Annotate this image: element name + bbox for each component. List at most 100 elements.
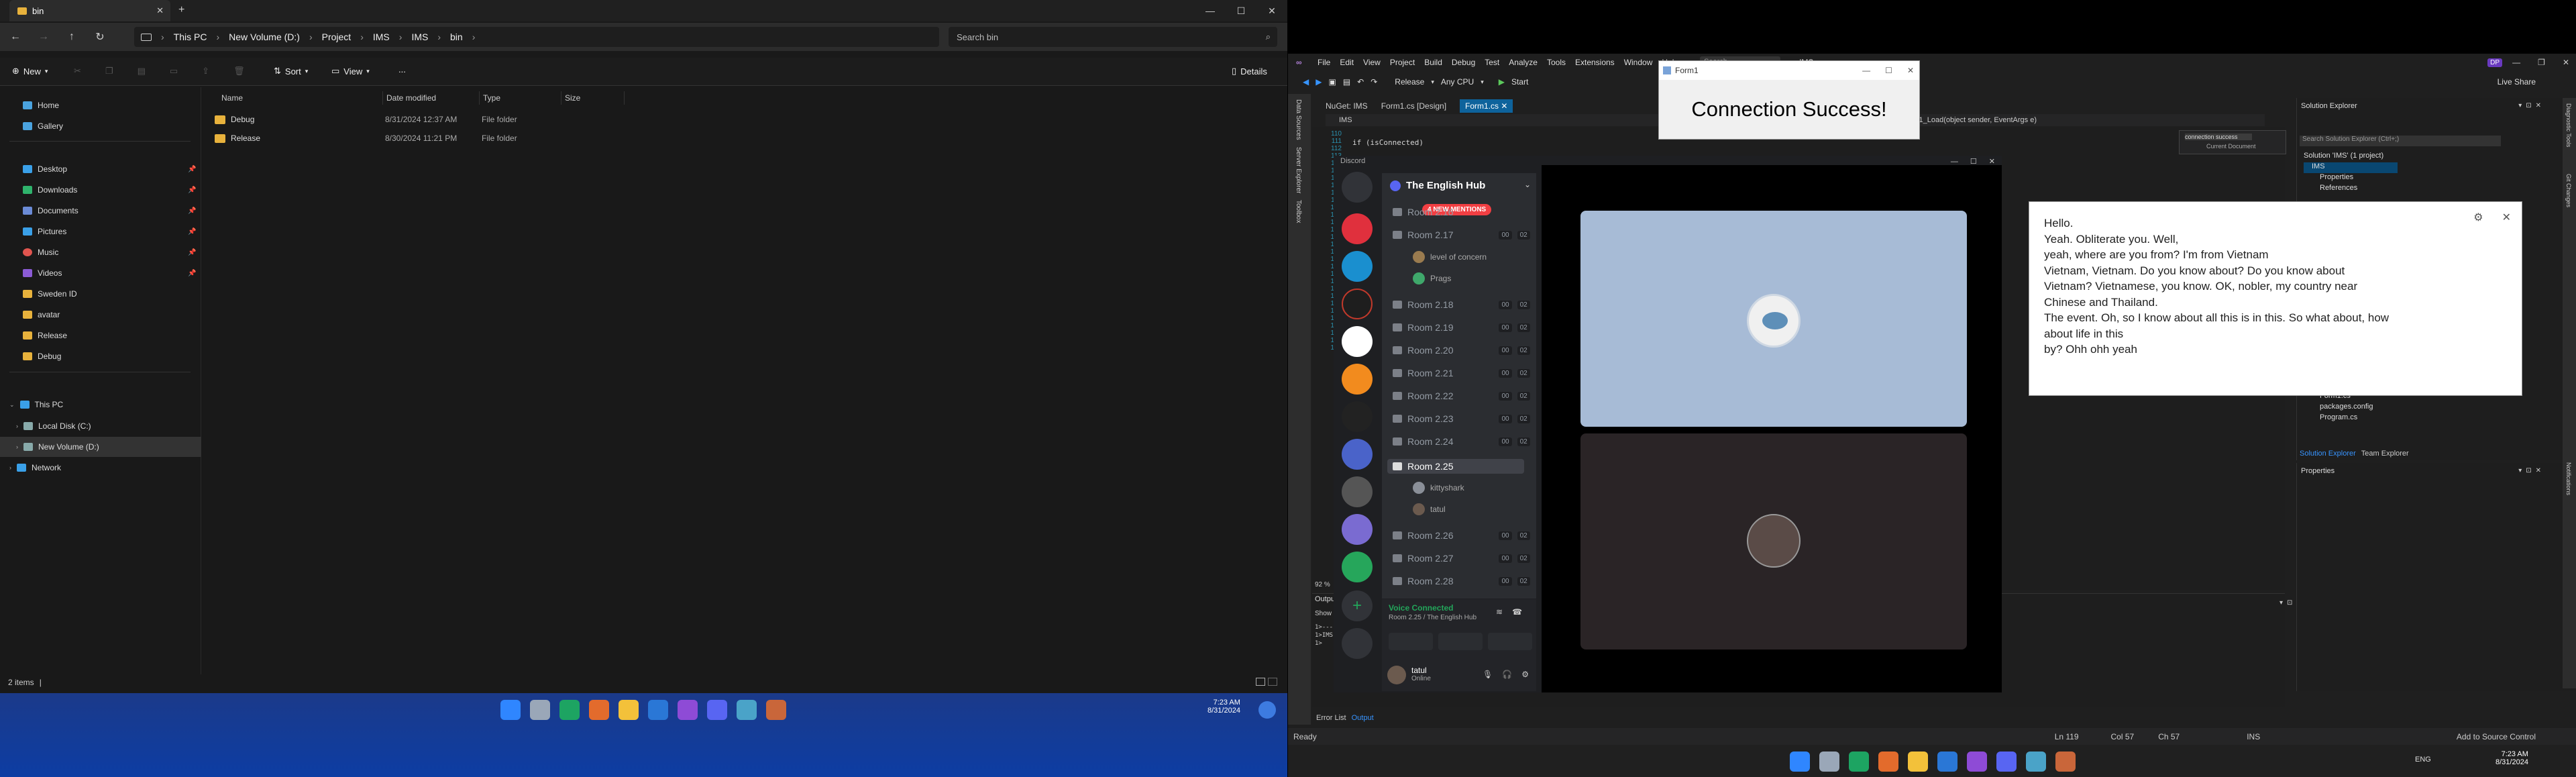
voice-channel[interactable]: Room 2.21 00 02 (1393, 368, 1530, 378)
tab-error-list[interactable]: Error List (1316, 714, 1346, 722)
chrome-icon[interactable] (1849, 752, 1869, 772)
pin-icon[interactable]: ⊡ (2526, 467, 2531, 474)
server-icon[interactable] (1342, 439, 1373, 470)
details-button[interactable]: ▯ Details (1232, 66, 1267, 76)
app-icon[interactable] (2055, 752, 2076, 772)
nav-item-network[interactable]: › Network (0, 458, 201, 478)
start-icon[interactable] (1790, 752, 1810, 772)
menu-analyze[interactable]: Analyze (1509, 58, 1538, 67)
tab-form1-design[interactable]: Form1.cs [Design] (1381, 101, 1446, 111)
server-icon[interactable] (1342, 514, 1373, 545)
nav-item-new-volume[interactable]: › New Volume (D:) (0, 437, 201, 457)
new-tab-icon[interactable]: + (178, 4, 184, 16)
column-header-date[interactable]: Date modified (386, 93, 436, 103)
restore-icon[interactable]: ❐ (2538, 58, 2545, 67)
view-button[interactable]: ▭ View ▾ (331, 66, 370, 76)
close-icon[interactable]: ✕ (1256, 0, 1287, 21)
voice-channel[interactable]: Room 2.18 00 02 (1393, 299, 1530, 310)
task-view-icon[interactable] (1819, 752, 1839, 772)
redo-icon[interactable]: ↷ (1371, 77, 1377, 87)
breadcrumb-ims[interactable]: IMS (373, 32, 390, 42)
column-header-name[interactable]: Name (221, 93, 243, 103)
forward-icon[interactable]: → (34, 27, 54, 47)
account-avatar[interactable]: DP (2487, 58, 2502, 67)
solution-search-input[interactable]: Search Solution Explorer (Ctrl+;) (2300, 136, 2501, 146)
server-icon[interactable] (1342, 364, 1373, 395)
dropdown-icon[interactable]: ▾ (2518, 102, 2522, 109)
view-toggle[interactable] (1256, 678, 1277, 686)
app-icon[interactable] (737, 700, 757, 720)
file-row[interactable]: Release 8/30/2024 11:21 PM File folder (209, 129, 517, 148)
headphones-icon[interactable]: 🎧 (1502, 670, 1512, 679)
menu-debug[interactable]: Debug (1452, 58, 1475, 67)
maximize-icon[interactable]: ☐ (1226, 0, 1256, 21)
pin-icon[interactable]: 📌 (188, 270, 196, 277)
clock[interactable]: 7:23 AM 8/31/2024 (1208, 698, 1240, 715)
pin-icon[interactable]: ⊡ (2287, 599, 2292, 607)
chrome-icon[interactable] (559, 700, 580, 720)
minimize-icon[interactable]: — (1862, 66, 1870, 75)
menu-edit[interactable]: Edit (1340, 58, 1354, 67)
breadcrumb-ims-2[interactable]: IMS (411, 32, 428, 42)
notifications-tab[interactable]: Notifications (2565, 462, 2572, 495)
visual-studio-icon[interactable] (678, 700, 698, 720)
app-icon[interactable] (2026, 752, 2046, 772)
menu-window[interactable]: Window (1624, 58, 1653, 67)
server-icon[interactable] (1342, 401, 1373, 432)
voice-channel[interactable]: Room 2.20 00 02 (1393, 345, 1530, 356)
dropdown-icon[interactable]: ▾ (2518, 467, 2522, 474)
breadcrumb-project[interactable]: Project (322, 32, 352, 42)
rename-icon[interactable]: ▭ (170, 66, 178, 76)
server-header[interactable]: The English Hub (1390, 180, 1485, 191)
server-icon[interactable] (1342, 552, 1373, 582)
avatar[interactable] (1387, 666, 1406, 684)
file-explorer-icon[interactable] (1908, 752, 1928, 772)
nav-item-sweden-id[interactable]: Sweden ID (0, 284, 201, 304)
forward-icon[interactable]: ▶ (1316, 77, 1322, 87)
server-icon[interactable] (1342, 251, 1373, 282)
server-icon[interactable] (1342, 289, 1373, 319)
discord-icon[interactable] (707, 700, 727, 720)
video-tile[interactable] (1580, 433, 1967, 650)
start-icon[interactable] (500, 700, 521, 720)
minimize-icon[interactable]: — (2512, 58, 2520, 67)
tree-packages-config[interactable]: packages.config (2320, 403, 2373, 413)
close-icon[interactable]: ✕ (2536, 102, 2541, 109)
nav-item-downloads[interactable]: Downloads 📌 (0, 180, 201, 200)
chevron-right-icon[interactable]: › (16, 444, 18, 450)
close-icon[interactable]: ✕ (2563, 58, 2569, 67)
voice-location[interactable]: Room 2.25 / The English Hub (1389, 614, 1477, 621)
up-icon[interactable]: ↑ (62, 27, 82, 47)
camera-button[interactable] (1389, 633, 1433, 650)
voice-channel[interactable]: Room 2.24 00 02 (1393, 436, 1530, 447)
breadcrumb-new-volume[interactable]: New Volume (D:) (229, 32, 300, 42)
breadcrumb[interactable]: › This PC › New Volume (D:) › Project › IMS… (134, 27, 939, 47)
server-icon[interactable] (1342, 326, 1373, 357)
voice-channel[interactable]: Room 2.17 00 02 (1393, 229, 1530, 240)
tiles-view-icon[interactable] (1268, 678, 1277, 686)
pin-icon[interactable]: 📌 (188, 207, 196, 215)
server-icon[interactable] (1342, 476, 1373, 507)
maximize-icon[interactable]: ☐ (1885, 66, 1892, 75)
nav-item-pictures[interactable]: Pictures 📌 (0, 221, 201, 242)
menu-view[interactable]: View (1363, 58, 1381, 67)
app-icon[interactable] (589, 700, 609, 720)
tab-nuget[interactable]: NuGet: IMS (1326, 101, 1368, 111)
app-icon[interactable] (1878, 752, 1898, 772)
save-all-icon[interactable]: ▤ (1343, 77, 1350, 87)
nav-item-local-disk[interactable]: › Local Disk (C:) (0, 416, 201, 436)
file-explorer-icon[interactable] (619, 700, 639, 720)
back-icon[interactable]: ← (5, 27, 25, 47)
close-tab-icon[interactable]: ✕ (156, 5, 164, 16)
tree-program[interactable]: Program.cs (2320, 413, 2373, 424)
column-header-size[interactable]: Size (565, 93, 580, 103)
tree-project[interactable]: IMS (2304, 162, 2398, 173)
server-explorer-tab[interactable]: Server Explorer (1295, 147, 1302, 193)
voice-channel[interactable]: Room 2.28 00 02 (1393, 576, 1530, 586)
chevron-down-icon[interactable]: ⌄ (9, 401, 15, 409)
screen-share-button[interactable] (1438, 633, 1483, 650)
visual-studio-icon[interactable] (1967, 752, 1987, 772)
activity-button[interactable] (1488, 633, 1532, 650)
chevron-right-icon[interactable]: › (9, 464, 11, 471)
pin-icon[interactable]: 📌 (188, 249, 196, 256)
